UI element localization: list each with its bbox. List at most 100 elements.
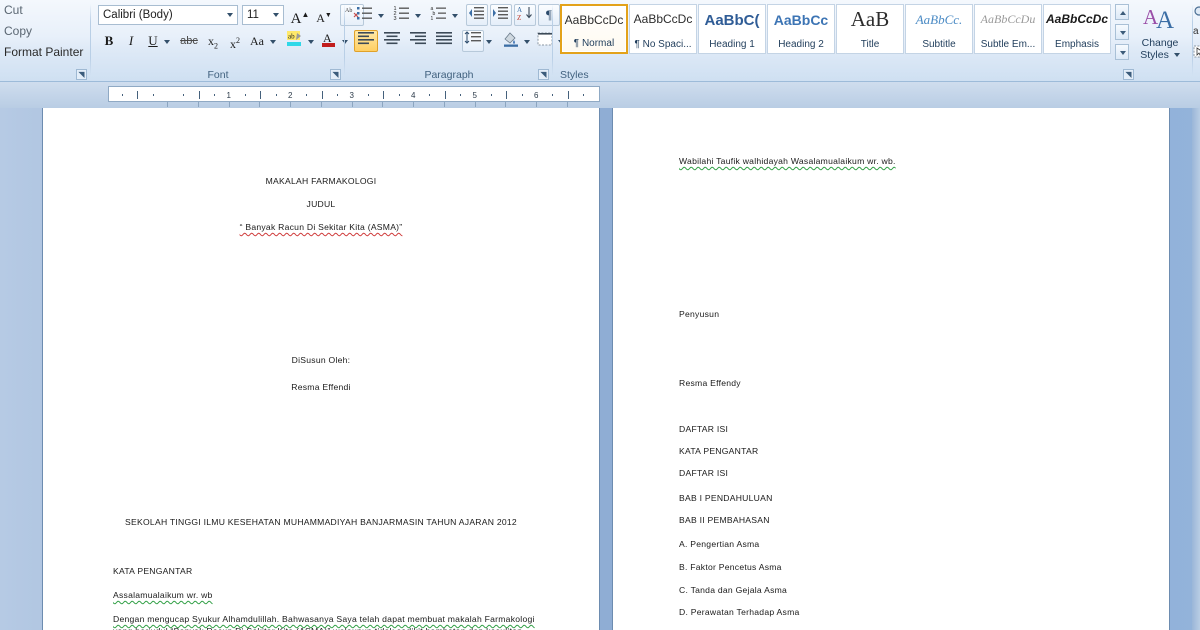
gallery-scroll-up-button[interactable] [1115, 4, 1129, 20]
ruler-tick [506, 91, 508, 99]
shading-dropdown[interactable] [520, 30, 532, 52]
document-text-line: KATA PENGANTAR [113, 566, 193, 576]
ruler-tick [552, 94, 554, 96]
chevron-down-icon[interactable] [273, 13, 279, 17]
font-color-button[interactable]: A [318, 29, 340, 52]
numbering-dropdown[interactable] [411, 4, 423, 26]
ruler-tick-label: 4 [411, 91, 416, 100]
change-styles-button[interactable]: AA Change Styles [1131, 4, 1189, 66]
align-left-button[interactable] [354, 30, 378, 52]
style-tile-subtle-em[interactable]: AaBbCcDu Subtle Em... [974, 4, 1042, 54]
strikethrough-button[interactable]: abc [176, 30, 202, 52]
text-highlight-color-button[interactable]: ab [284, 29, 306, 52]
document-text-line: MAKALAH FARMAKOLOGI [265, 176, 377, 186]
style-tile-no-spaci[interactable]: AaBbCcDc ¶ No Spaci... [629, 4, 697, 54]
format-painter-button[interactable]: Format Painter [4, 45, 83, 59]
shrink-font-button[interactable]: A▼ [312, 4, 336, 26]
document-text-line: Resma Effendy [679, 378, 741, 388]
find-icon[interactable] [1193, 5, 1200, 24]
ruler-tick [214, 94, 216, 96]
chevron-down-icon[interactable] [227, 13, 233, 17]
vertical-scrollbar[interactable] [1192, 108, 1200, 630]
document-text-line: yang berjudul “Banyak Racun Di Sekitar K… [113, 626, 522, 630]
replace-icon[interactable]: a [1193, 26, 1199, 37]
decrease-indent-button[interactable] [466, 4, 488, 26]
highlight-color-dropdown[interactable] [304, 30, 316, 52]
ruler-tick [198, 91, 200, 99]
change-case-button[interactable]: Aa [246, 30, 268, 52]
select-icon[interactable] [1193, 45, 1200, 64]
align-center-button[interactable] [380, 30, 404, 52]
style-tile-heading-1[interactable]: AaBbC(Heading 1 [698, 4, 766, 54]
group-divider [552, 4, 553, 76]
font-name-input[interactable]: Calibri (Body) [98, 5, 238, 25]
document-text-line: Resma Effendi [291, 382, 351, 392]
svg-text:Z: Z [517, 14, 521, 21]
ruler-tick [460, 94, 462, 96]
ruler-tick [490, 94, 492, 96]
document-text-line: KATA PENGANTAR [679, 446, 759, 456]
style-tile-heading-2[interactable]: AaBbCc Heading 2 [767, 4, 835, 54]
document-text-line: Dengan mengucap Syukur Alhamdulillah. Ba… [113, 614, 535, 624]
grow-font-button[interactable]: A▲ [288, 4, 312, 27]
style-name: Emphasis [1055, 39, 1099, 50]
ruler-tick-label: 1 [226, 91, 231, 100]
style-name: Title [860, 39, 880, 50]
increase-indent-button[interactable] [490, 4, 512, 26]
ribbon: Cut Copy Format Painter pboard ◥ Calibri… [0, 0, 1200, 82]
styles-dialog-launcher[interactable]: ◥ [1123, 69, 1134, 80]
styles-group-label: Styles [560, 69, 589, 81]
clipboard-dialog-launcher[interactable]: ◥ [76, 69, 87, 80]
numbering-button[interactable]: 123 [391, 4, 413, 26]
ruler-tick-label: 3 [349, 91, 354, 100]
superscript-button[interactable]: x2 [224, 30, 246, 52]
ruler-tick [429, 94, 431, 96]
change-case-dropdown[interactable] [266, 30, 278, 52]
style-tile-subtitle[interactable]: AaBbCc. Subtitle [905, 4, 973, 54]
subscript-button[interactable]: x2 [202, 30, 224, 52]
multilevel-list-dropdown[interactable] [448, 4, 460, 26]
style-tile-normal[interactable]: AaBbCcDc ¶ Normal [560, 4, 628, 54]
copy-button[interactable]: Copy [4, 24, 32, 38]
paragraph-group-label: Paragraph [424, 69, 474, 81]
style-tile-title[interactable]: AaB Title [836, 4, 904, 54]
svg-text:A: A [323, 31, 332, 45]
line-spacing-dropdown[interactable] [482, 30, 494, 52]
gallery-more-button[interactable] [1115, 44, 1129, 60]
ribbon-group-clipboard: Cut Copy Format Painter pboard ◥ [0, 0, 90, 81]
line-spacing-button[interactable] [462, 30, 484, 52]
bullets-dropdown[interactable] [374, 4, 386, 26]
ruler-tick [121, 94, 123, 96]
font-dialog-launcher[interactable]: ◥ [330, 69, 341, 80]
cut-button[interactable]: Cut [4, 3, 23, 17]
shading-button[interactable] [500, 30, 522, 52]
italic-button[interactable]: I [120, 30, 142, 52]
document-workspace[interactable]: MAKALAH FARMAKOLOGI JUDUL “ Banyak Racun D… [0, 108, 1200, 630]
bullets-button[interactable] [354, 4, 376, 26]
multilevel-list-button[interactable]: ab1 [428, 4, 450, 26]
style-name: ¶ Normal [573, 38, 615, 49]
bold-button[interactable]: B [98, 30, 120, 52]
justify-button[interactable] [432, 30, 456, 52]
ruler-tick [244, 94, 246, 96]
chevron-down-icon[interactable] [1173, 53, 1180, 58]
document-text-line: BAB II PEMBAHASAN [679, 515, 770, 525]
document-text-line: C. Tanda dan Gejala Asma [679, 585, 788, 595]
ruler-tick-label: 5 [472, 91, 477, 100]
font-size-input[interactable]: 11 [242, 5, 284, 25]
ruler-tick [398, 94, 400, 96]
ruler-tick [583, 94, 585, 96]
document-page-1[interactable]: MAKALAH FARMAKOLOGI JUDUL “ Banyak Racun D… [42, 108, 600, 630]
style-tile-emphasis[interactable]: AaBbCcDc Emphasis [1043, 4, 1111, 54]
document-page-2[interactable]: Wabilahi Taufik walhidayah Wasalamualaik… [612, 108, 1170, 630]
gallery-scroll-down-button[interactable] [1115, 24, 1129, 40]
underline-dropdown[interactable] [160, 30, 172, 52]
sort-button[interactable]: AZ [514, 4, 536, 26]
style-name: Heading 2 [778, 39, 824, 50]
change-styles-label-line2: Styles [1131, 50, 1189, 61]
font-size-value: 11 [247, 9, 259, 21]
horizontal-ruler[interactable]: 1 2 3 4 5 6 [108, 86, 600, 102]
change-styles-icon: AA [1131, 4, 1189, 37]
align-right-button[interactable] [406, 30, 430, 52]
paragraph-dialog-launcher[interactable]: ◥ [538, 69, 549, 80]
